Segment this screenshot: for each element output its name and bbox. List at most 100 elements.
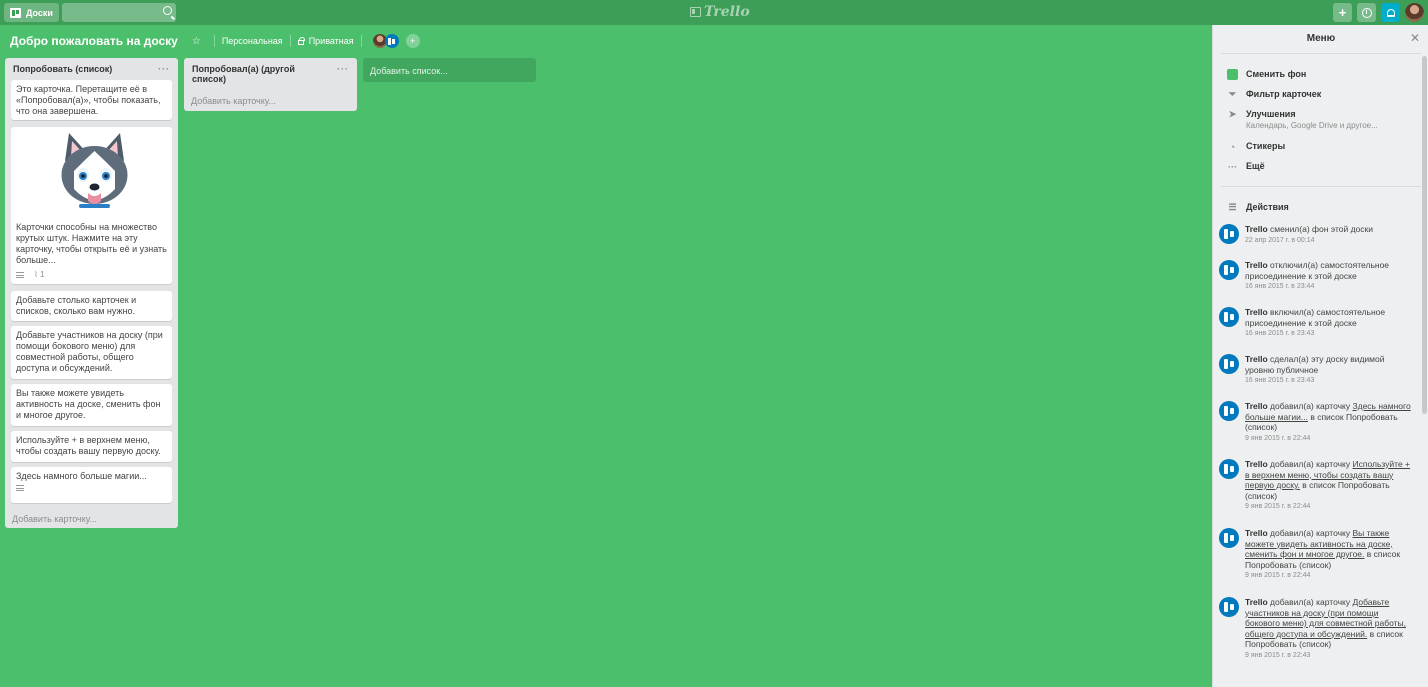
activity-date[interactable]: 16 янв 2015 г. в 23:43 xyxy=(1245,376,1415,387)
activity-date[interactable]: 16 янв 2015 г. в 23:43 xyxy=(1245,329,1415,340)
activity-item: Trello добавил(а) карточку Добавьте учас… xyxy=(1219,597,1415,661)
info-button[interactable]: i xyxy=(1357,3,1376,22)
add-button[interactable]: + xyxy=(1333,3,1352,22)
activity-item: Trello отключил(а) самостоятельное присо… xyxy=(1219,260,1415,293)
sidebar-item-label: Сменить фон xyxy=(1246,69,1307,79)
more-icon: ··· xyxy=(1228,161,1237,172)
boards-icon xyxy=(10,7,21,18)
sidebar-item-power-ups[interactable]: ➤ Улучшения Календарь, Google Drive и др… xyxy=(1227,109,1378,130)
activity-user[interactable]: Trello xyxy=(1245,459,1268,469)
privacy-button[interactable]: Приватная xyxy=(309,36,354,46)
list-card[interactable]: Добавьте участников на доску (при помощи… xyxy=(11,326,172,379)
add-card-button[interactable]: Добавить карточку... xyxy=(12,514,97,524)
paperclip-icon: ⌇ xyxy=(34,270,38,279)
activity-user[interactable]: Trello xyxy=(1245,354,1268,364)
divider xyxy=(360,35,362,47)
list-menu-icon[interactable]: ··· xyxy=(337,64,349,84)
activity-item: Trello включил(а) самостоятельное присое… xyxy=(1219,307,1415,340)
list-card[interactable]: Карточки способны на множество крутых шт… xyxy=(11,127,172,284)
close-icon[interactable]: ✕ xyxy=(1410,31,1420,45)
activity-item: Trello добавил(а) карточку Здесь намного… xyxy=(1219,401,1415,444)
activity-item: Trello добавил(а) карточку Вы также може… xyxy=(1219,528,1415,582)
activity-date[interactable]: 9 янв 2015 г. в 22:43 xyxy=(1245,651,1415,662)
attachment-count: 1 xyxy=(40,270,45,279)
activity-date[interactable]: 9 янв 2015 г. в 22:44 xyxy=(1245,571,1415,582)
sidebar-item-filter-cards[interactable]: ⏷ Фильтр карточек xyxy=(1227,89,1321,100)
trello-avatar[interactable] xyxy=(1219,354,1239,374)
card-text: Добавьте столько карточек и списков, ско… xyxy=(16,295,137,316)
list-card[interactable]: Добавьте столько карточек и списков, ско… xyxy=(11,291,172,321)
activity-date[interactable]: 9 янв 2015 г. в 22:44 xyxy=(1245,434,1415,445)
activity-user[interactable]: Trello xyxy=(1245,260,1268,270)
activity-text: добавил(а) карточку xyxy=(1267,597,1353,607)
user-avatar[interactable] xyxy=(1405,3,1424,22)
search-icon[interactable] xyxy=(162,6,172,15)
boards-label: Доски xyxy=(26,7,53,18)
sidebar-item-label: Стикеры xyxy=(1246,141,1286,151)
trello-avatar[interactable] xyxy=(1219,224,1239,244)
trello-logo-icon xyxy=(690,7,701,17)
activity-title: Действия xyxy=(1246,202,1289,212)
sidebar-item-more[interactable]: ··· Ещё xyxy=(1227,161,1265,172)
search-input[interactable] xyxy=(61,3,176,22)
sidebar-item-change-background[interactable]: Сменить фон xyxy=(1227,69,1306,80)
boards-button[interactable]: Доски xyxy=(4,3,59,22)
star-icon[interactable]: ☆ xyxy=(192,36,201,47)
sidebar-item-stickers[interactable]: ◔ Стикеры xyxy=(1227,141,1285,152)
list-title[interactable]: Попробовать (список) xyxy=(13,64,112,74)
trello-avatar[interactable] xyxy=(1219,459,1239,479)
trello-avatar[interactable] xyxy=(1219,260,1239,280)
card-text: Добавьте участников на доску (при помощи… xyxy=(16,330,163,373)
activity-text: добавил(а) карточку xyxy=(1267,401,1353,411)
activity-user[interactable]: Trello xyxy=(1245,528,1268,538)
trello-avatar[interactable] xyxy=(1219,528,1239,548)
activity-text: сменил(а) фон этой доски xyxy=(1267,224,1373,234)
add-list-button[interactable]: Добавить список... xyxy=(363,58,536,82)
trello-member-avatar[interactable] xyxy=(384,34,399,48)
activity-date[interactable]: 22 апр 2017 г. в 00:14 xyxy=(1245,236,1373,247)
sidebar-scrollbar[interactable] xyxy=(1422,56,1427,414)
husky-image xyxy=(61,133,128,208)
list-card[interactable]: Это карточка. Перетащите её в «Попробова… xyxy=(11,80,172,120)
board-menu-sidebar: Меню ✕ Сменить фон ⏷ Фильтр карточек ➤ У… xyxy=(1212,25,1428,687)
description-icon xyxy=(16,271,24,278)
trello-avatar[interactable] xyxy=(1219,307,1239,327)
activity-date[interactable]: 9 янв 2015 г. в 22:44 xyxy=(1245,502,1415,513)
list-menu-icon[interactable]: ··· xyxy=(158,64,170,74)
sidebar-item-sub: Календарь, Google Drive и другое... xyxy=(1246,121,1378,130)
card-text: Карточки способны на множество крутых шт… xyxy=(16,222,167,265)
board-header: Добро пожаловать на доску ☆ Персональная… xyxy=(10,33,420,49)
list-title[interactable]: Попробовал(а) (другой список) xyxy=(192,64,322,84)
add-member-icon[interactable]: + xyxy=(405,34,420,48)
board-title[interactable]: Добро пожаловать на доску xyxy=(10,34,178,48)
top-bar: Доски Trello + i xyxy=(0,0,1428,25)
card-text: Это карточка. Перетащите её в «Попробова… xyxy=(16,84,161,116)
list-card[interactable]: Вы также можете увидеть активность на до… xyxy=(11,384,172,426)
activity-date[interactable]: 16 янв 2015 г. в 23:44 xyxy=(1245,282,1415,293)
activity-user[interactable]: Trello xyxy=(1245,307,1268,317)
team-visibility-button[interactable]: Персональная xyxy=(222,36,283,46)
card-text: Здесь намного больше магии... xyxy=(16,471,147,481)
card-badges: ⌇ 1 xyxy=(16,269,169,280)
trello-avatar[interactable] xyxy=(1219,597,1239,617)
card-text: Вы также можете увидеть активность на до… xyxy=(16,388,161,420)
plus-icon: + xyxy=(1338,5,1347,20)
info-icon: i xyxy=(1361,7,1372,18)
activity-user[interactable]: Trello xyxy=(1245,597,1268,607)
activity-user[interactable]: Trello xyxy=(1245,401,1268,411)
logo-text: Trello xyxy=(704,4,750,20)
filter-icon: ⏷ xyxy=(1228,89,1237,99)
divider xyxy=(1221,186,1421,187)
list-card[interactable]: Используйте + в верхнем меню, чтобы созд… xyxy=(11,431,172,462)
list-try: Попробовать (список) ··· Это карточка. П… xyxy=(5,58,178,528)
activity-text: добавил(а) карточку xyxy=(1267,528,1353,538)
add-card-button[interactable]: Добавить карточку... xyxy=(191,96,276,106)
trello-logo[interactable]: Trello xyxy=(690,4,750,20)
activity-list-icon: ☰ xyxy=(1228,202,1237,212)
trello-avatar[interactable] xyxy=(1219,401,1239,421)
list-card[interactable]: Здесь намного больше магии... xyxy=(11,467,172,503)
notifications-button[interactable] xyxy=(1381,3,1400,22)
activity-heading: ☰ Действия xyxy=(1227,202,1289,213)
activity-user[interactable]: Trello xyxy=(1245,224,1268,234)
activity-item: Trello добавил(а) карточку Используйте +… xyxy=(1219,459,1415,513)
